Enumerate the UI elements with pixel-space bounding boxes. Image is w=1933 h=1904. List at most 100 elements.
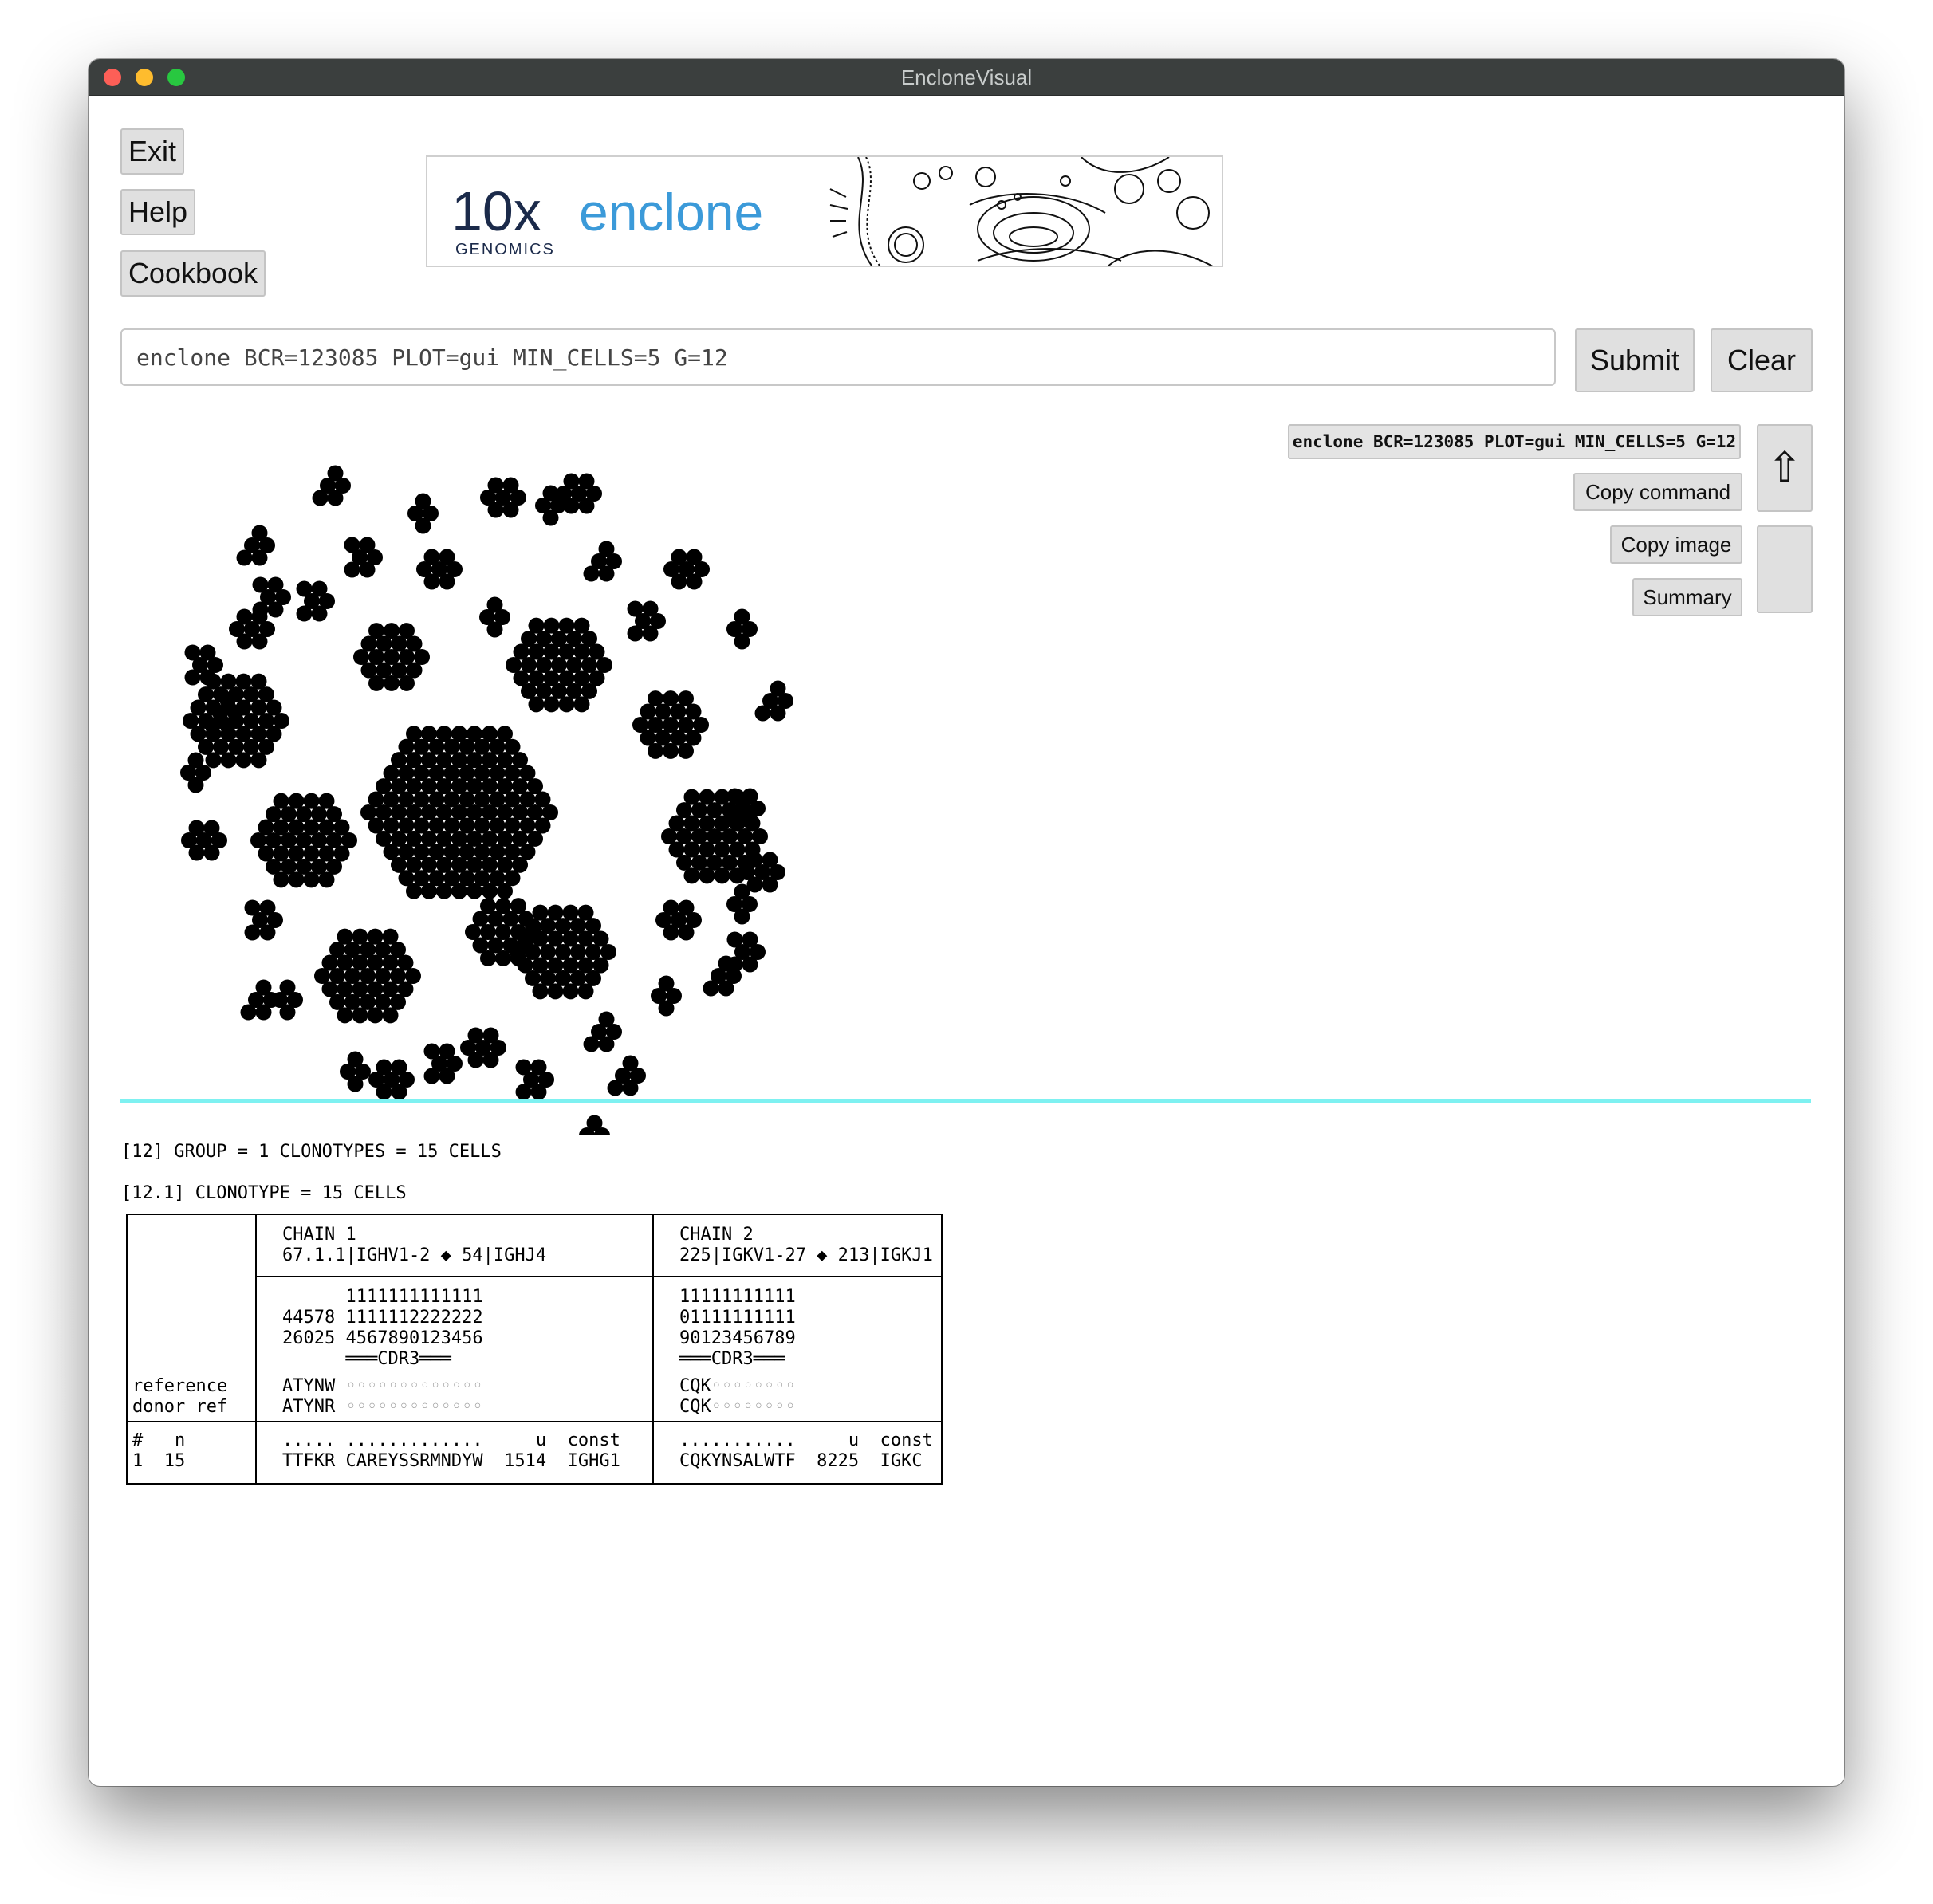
chain1-positions-2: 44578 1111112222222 <box>282 1308 483 1328</box>
cell-dot <box>279 1004 296 1021</box>
clonotype-cluster[interactable] <box>579 1115 610 1135</box>
clonotype-cluster[interactable] <box>360 726 558 899</box>
clonotype-cluster[interactable] <box>314 928 421 1024</box>
chain2-row-value: CQKYNSALWTF 8225 IGKC <box>679 1451 923 1471</box>
clonotype-cluster[interactable] <box>632 690 709 759</box>
clonotype-cluster[interactable] <box>368 1059 415 1100</box>
clonotype-cluster[interactable] <box>506 617 612 713</box>
donor-ref-label: donor ref <box>132 1397 228 1417</box>
clonotype-cluster[interactable] <box>407 493 439 534</box>
cell-dot <box>199 669 216 686</box>
clonotype-cluster[interactable] <box>627 600 667 642</box>
clonotype-cluster[interactable] <box>236 525 276 566</box>
clonotype-cluster[interactable] <box>480 477 526 518</box>
cell-dot <box>327 490 344 506</box>
cell-dot <box>762 852 778 868</box>
cell-dot <box>655 912 671 928</box>
cell-dot <box>229 621 245 637</box>
reference-label: reference <box>132 1376 228 1396</box>
clonotype-cluster[interactable] <box>340 1051 371 1092</box>
row-index: 1 15 <box>132 1451 186 1471</box>
cell-dot <box>344 561 360 578</box>
clonotype-plot[interactable] <box>128 426 814 1135</box>
cell-dot <box>598 1036 615 1052</box>
cell-dot <box>274 713 289 729</box>
clonotype-cluster[interactable] <box>663 549 710 590</box>
cell-dot <box>344 537 360 553</box>
chain2-positions-2: 01111111111 <box>679 1308 796 1328</box>
cell-dot <box>578 473 595 490</box>
banner-graphic: 10x GENOMICS enclone <box>451 157 1213 266</box>
cell-dot <box>739 864 755 880</box>
cell-dot <box>199 644 216 661</box>
clonotype-cluster[interactable] <box>479 596 510 638</box>
cell-dot <box>686 573 703 590</box>
clonotype-cluster[interactable] <box>583 541 623 582</box>
row-header: # n <box>132 1430 186 1450</box>
cookbook-button[interactable]: Cookbook <box>120 250 266 297</box>
clear-button[interactable]: Clear <box>1711 328 1813 392</box>
submit-button[interactable]: Submit <box>1575 328 1695 392</box>
cell-dot <box>726 956 743 973</box>
chain2-reference: CQK◦◦◦◦◦◦◦◦ <box>679 1376 796 1396</box>
cell-dot <box>600 944 616 960</box>
clonotype-cluster[interactable] <box>726 931 766 973</box>
cell-dot <box>405 968 421 984</box>
cell-dot <box>734 883 750 900</box>
up-arrow-button[interactable]: ⇧ <box>1757 424 1813 512</box>
clonotype-cluster[interactable] <box>726 608 758 650</box>
summary-button[interactable]: Summary <box>1632 578 1742 616</box>
command-input[interactable] <box>120 328 1556 386</box>
clonotype-cluster[interactable] <box>272 979 303 1021</box>
clonotype-cluster[interactable] <box>583 1011 623 1052</box>
blank-side-button[interactable] <box>1757 525 1813 613</box>
clonotype-cluster[interactable] <box>460 1027 506 1068</box>
clonotype-cluster[interactable] <box>181 820 227 861</box>
cell-dot <box>439 549 455 565</box>
cell-dot <box>734 633 750 650</box>
clonotype-cluster[interactable] <box>423 1043 463 1084</box>
clonotype-cluster[interactable] <box>244 899 284 941</box>
chain2-positions-1: 11111111111 <box>679 1287 796 1307</box>
cell-dot <box>251 549 268 566</box>
clonotype-cluster[interactable] <box>607 1055 647 1096</box>
cell-dot <box>187 752 204 769</box>
clonotype-cluster[interactable] <box>754 680 794 722</box>
clonotype-cluster[interactable] <box>344 537 384 578</box>
brand-sub: GENOMICS <box>455 241 555 258</box>
help-button[interactable]: Help <box>120 189 195 235</box>
exit-button[interactable]: Exit <box>120 128 184 175</box>
table-divider-2 <box>652 1215 654 1483</box>
cell-dot <box>754 705 771 722</box>
cell-dot <box>627 625 644 642</box>
clonotype-cluster[interactable] <box>651 975 682 1017</box>
cell-dot <box>415 493 431 509</box>
cell-dot <box>184 669 201 686</box>
cell-illustration-icon <box>829 157 1213 266</box>
cell-dot <box>279 979 296 996</box>
clonotype-cluster[interactable] <box>229 608 275 650</box>
cell-dot <box>184 644 201 661</box>
clonotype-cluster[interactable] <box>655 899 702 941</box>
cell-dot <box>482 1027 499 1044</box>
clonotype-cluster[interactable] <box>515 1059 555 1100</box>
clonotype-cluster[interactable] <box>250 793 357 888</box>
chain1-column-header: ..... ............. u const <box>282 1430 620 1450</box>
cell-dot <box>583 1036 600 1052</box>
cell-dot <box>391 1084 407 1100</box>
cell-dot <box>596 657 612 673</box>
copy-command-button[interactable]: Copy command <box>1573 473 1742 511</box>
cell-dot <box>742 788 758 804</box>
cell-dot <box>734 608 750 625</box>
cell-dot <box>578 498 595 514</box>
clonotype-cluster[interactable] <box>312 465 352 506</box>
chain2-positions-3: 90123456789 <box>679 1328 796 1348</box>
clonotype-cluster[interactable] <box>296 580 336 622</box>
clonotype-cluster[interactable] <box>416 549 463 590</box>
cell-dot <box>658 1000 675 1017</box>
copy-image-button[interactable]: Copy image <box>1610 525 1742 564</box>
cell-dot <box>726 812 743 829</box>
cell-dot <box>502 502 519 518</box>
clonotype-cluster[interactable] <box>353 623 430 691</box>
cell-dot <box>515 1059 532 1076</box>
